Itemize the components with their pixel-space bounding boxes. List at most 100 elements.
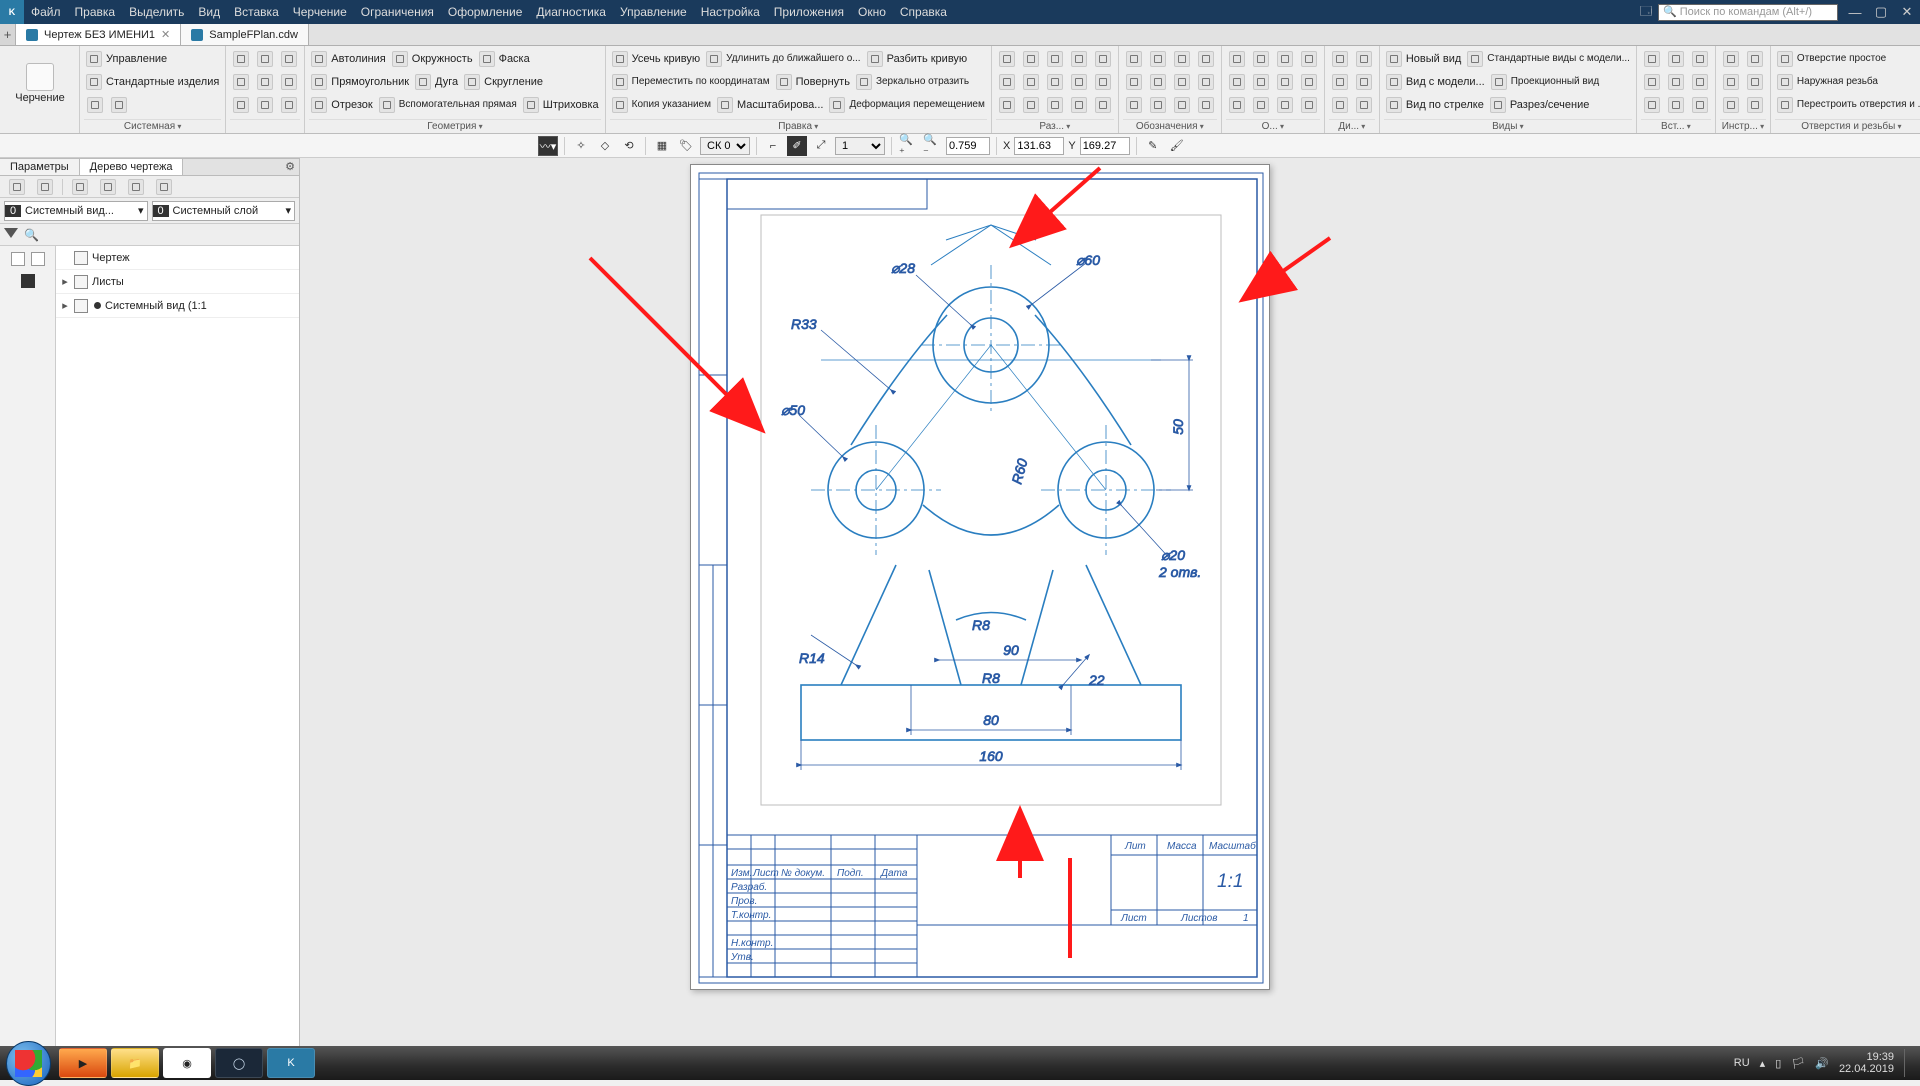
ribbon-ic[interactable] — [278, 71, 300, 93]
ribbon-projview[interactable]: Проекционный вид — [1489, 71, 1601, 93]
menu-window[interactable]: Окно — [851, 0, 893, 24]
menu-edit[interactable]: Правка — [68, 0, 123, 24]
taskbar-explorer-icon[interactable]: 📁 — [111, 1048, 159, 1078]
ribbon-ic[interactable] — [230, 48, 252, 70]
rib-ic[interactable] — [1226, 48, 1248, 70]
rib-ic[interactable] — [1020, 48, 1042, 70]
rib-ic[interactable] — [996, 94, 1018, 116]
ribbon-rebuild-holes[interactable]: Перестроить отверстия и ... — [1775, 94, 1920, 116]
tray-flag-icon[interactable]: 🏳 — [1791, 1057, 1805, 1070]
rib-ic[interactable] — [1329, 48, 1351, 70]
panel-ic[interactable] — [153, 176, 175, 198]
tree-node-sysview[interactable]: ▸Системный вид (1:1 — [56, 294, 299, 318]
notify-icon[interactable]: 🗔 — [1634, 0, 1658, 24]
scale-select[interactable]: 1 — [835, 137, 885, 155]
menu-select[interactable]: Выделить — [122, 0, 191, 24]
rib-ic[interactable] — [1092, 48, 1114, 70]
close-button[interactable]: ✕ — [1894, 0, 1920, 24]
ribbon-auxline[interactable]: Вспомогатель­ная прямая — [377, 94, 519, 116]
rib-ic[interactable] — [1044, 94, 1066, 116]
label-icon[interactable]: 🏷 — [676, 136, 696, 156]
ribbon-ic[interactable] — [254, 71, 276, 93]
menu-design[interactable]: Оформление — [441, 0, 529, 24]
ribbon-autoline[interactable]: Автолиния — [309, 48, 387, 70]
rib-ic[interactable] — [1068, 71, 1090, 93]
rib-ic[interactable] — [1689, 94, 1711, 116]
rib-ic[interactable] — [1353, 94, 1375, 116]
rib-ic[interactable] — [1123, 94, 1145, 116]
rib-ic[interactable] — [1744, 94, 1766, 116]
ribbon-move[interactable]: Переместить по координатам — [610, 71, 772, 93]
rib-ic[interactable] — [1171, 71, 1193, 93]
eye-icon[interactable] — [11, 252, 25, 266]
scale-icon[interactable]: ⤢ — [811, 136, 831, 156]
rib-ic[interactable] — [1020, 94, 1042, 116]
rib-ic[interactable] — [1044, 48, 1066, 70]
filter-icon[interactable] — [4, 228, 18, 242]
rib-ic[interactable] — [1195, 48, 1217, 70]
rib-ic[interactable] — [1353, 48, 1375, 70]
ribbon-hatch[interactable]: Штриховка — [521, 94, 601, 116]
rib-ic[interactable] — [1720, 94, 1742, 116]
rib-ic[interactable] — [1147, 94, 1169, 116]
rib-ic[interactable] — [1353, 71, 1375, 93]
rib-ic[interactable] — [1147, 71, 1169, 93]
rib-ic[interactable] — [1641, 94, 1663, 116]
rib-ic[interactable] — [1298, 71, 1320, 93]
menu-view[interactable]: Вид — [191, 0, 227, 24]
ribbon-manage-button[interactable]: Управление — [84, 48, 221, 70]
ribbon-segment[interactable]: Отрезок — [309, 94, 374, 116]
rib-ic[interactable] — [1665, 71, 1687, 93]
search-tree-icon[interactable]: 🔍 — [24, 228, 39, 242]
minimize-button[interactable]: — — [1842, 0, 1868, 24]
tab-inactive[interactable]: SampleFPlan.cdw — [181, 24, 309, 45]
ribbon-hole-simple[interactable]: Отверстие простое — [1775, 48, 1920, 70]
zoom-out-icon[interactable]: 🔍⁻ — [922, 136, 942, 156]
rib-ic[interactable] — [1044, 71, 1066, 93]
layer-dropdown[interactable]: 0Системный слой▾ — [152, 201, 296, 221]
snap-icon[interactable]: ✧ — [571, 136, 591, 156]
tray-volume-icon[interactable]: 🔊 — [1815, 1057, 1829, 1070]
rib-ic[interactable] — [1744, 48, 1766, 70]
ribbon-ic[interactable] — [230, 94, 252, 116]
ribbon-ic[interactable] — [278, 48, 300, 70]
ribbon-deform[interactable]: Деформация перемещением — [827, 94, 986, 116]
rib-ic[interactable] — [1274, 94, 1296, 116]
ribbon-ic[interactable] — [254, 94, 276, 116]
rib-ic[interactable] — [1250, 71, 1272, 93]
rib-ic[interactable] — [1744, 71, 1766, 93]
rib-ic[interactable] — [1329, 94, 1351, 116]
rib-ic[interactable] — [1250, 48, 1272, 70]
panel-ic[interactable] — [34, 176, 56, 198]
rib-ic[interactable] — [1020, 71, 1042, 93]
menu-apps[interactable]: Приложения — [767, 0, 851, 24]
ribbon-std-button[interactable]: Стандартные изделия — [84, 71, 221, 93]
tray-network-icon[interactable]: ▯ — [1775, 1057, 1781, 1070]
ribbon-mirror[interactable]: Зеркально отразить — [854, 71, 971, 93]
start-button[interactable] — [6, 1041, 51, 1086]
rib-ic[interactable] — [1250, 94, 1272, 116]
brush-icon[interactable]: 🖌 — [1167, 136, 1187, 156]
taskbar-chrome-icon[interactable]: ◉ — [163, 1048, 211, 1078]
ribbon-arrowview[interactable]: Вид по стрелке — [1384, 94, 1486, 116]
ribbon-ic[interactable] — [254, 48, 276, 70]
pen-style-button[interactable]: 〰▾ — [538, 136, 558, 156]
panel-gear-icon[interactable]: ⚙ — [281, 159, 299, 175]
ribbon-arc[interactable]: Дуга — [413, 71, 460, 93]
rib-ic[interactable] — [1195, 71, 1217, 93]
rib-ic[interactable] — [1641, 48, 1663, 70]
rib-ic[interactable] — [1123, 48, 1145, 70]
taskbar-steam-icon[interactable]: ◯ — [215, 1048, 263, 1078]
menu-constraints[interactable]: Ограничения — [354, 0, 441, 24]
menu-insert[interactable]: Вставка — [227, 0, 286, 24]
rib-ic[interactable] — [1068, 48, 1090, 70]
rib-ic[interactable] — [1092, 71, 1114, 93]
coord-x-input[interactable] — [1014, 137, 1064, 155]
tray-lang[interactable]: RU — [1734, 1057, 1750, 1069]
panel-ic[interactable] — [125, 176, 147, 198]
rib-ic[interactable] — [1720, 71, 1742, 93]
tree-node-drawing[interactable]: Чертеж — [56, 246, 299, 270]
panel-ic[interactable] — [69, 176, 91, 198]
ortho-icon[interactable]: ⌐ — [763, 136, 783, 156]
ribbon-thread-out[interactable]: Наружная резьба — [1775, 71, 1920, 93]
